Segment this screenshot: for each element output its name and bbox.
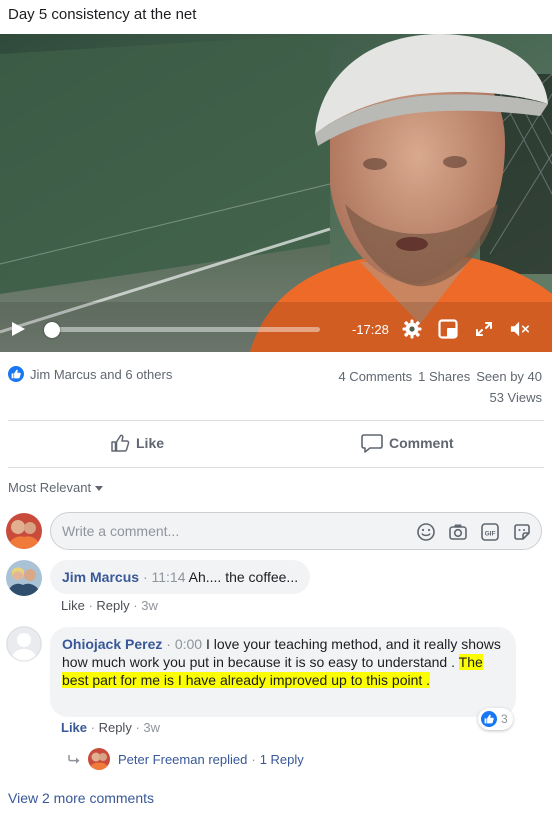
comment-composer[interactable]: GIF [50,512,542,550]
comment-video-timestamp[interactable]: 0:00 [175,636,202,652]
shares-count[interactable]: 1 Shares [418,369,470,384]
comment-video-timestamp[interactable]: 11:14 [152,569,186,585]
comment-bubble-icon [361,434,383,453]
play-icon[interactable] [10,321,26,337]
video-controls: -17:28 [0,302,552,352]
reply-count[interactable]: 1 Reply [260,752,304,767]
avatar [88,748,110,770]
comment-bubble: Jim Marcus · 11:14 Ah.... the coffee... [50,560,311,594]
video-player[interactable]: -17:28 [0,34,552,352]
avatar[interactable] [6,560,42,596]
like-button[interactable]: Like [110,426,164,460]
comment-like-link[interactable]: Like [61,598,85,613]
comment-sort-label: Most Relevant [8,480,92,495]
comment-actions: Like · Reply · 3w [61,720,161,735]
comment-age[interactable]: 3w [141,598,158,613]
comment-text: Ah.... the coffee... [188,569,299,585]
thumbs-up-icon [111,434,130,452]
gif-icon[interactable]: GIF [480,522,500,542]
video-time-remaining: -17:28 [352,322,389,337]
comment-button[interactable]: Comment [361,426,454,460]
comment-author[interactable]: Jim Marcus [62,569,139,585]
mute-icon[interactable] [510,319,530,339]
pip-icon[interactable] [438,319,458,339]
reaction-count-value: 3 [501,712,508,726]
reactions-summary[interactable]: Jim Marcus and 6 others [8,366,172,382]
comment-input[interactable] [62,523,362,539]
camera-icon[interactable] [448,522,468,542]
comment-reaction-count[interactable]: 3 [478,708,513,730]
comments-count[interactable]: 4 Comments [338,369,412,384]
like-reaction-icon [8,366,24,382]
post-stats: 4 Comments 1 Shares Seen by 40 53 Views [332,366,542,408]
comment-like-link[interactable]: Like [61,720,87,735]
replier-text[interactable]: Peter Freeman replied [118,752,247,767]
divider [8,420,544,421]
video-scrubber-handle[interactable] [44,322,60,338]
comment-button-label: Comment [389,435,454,451]
caret-down-icon [95,486,104,492]
current-user-avatar[interactable] [6,513,42,549]
svg-text:GIF: GIF [485,530,496,537]
comment-author[interactable]: Ohiojack Perez [62,636,162,652]
views-count: 53 Views [489,390,542,405]
like-button-label: Like [136,435,165,451]
avatar[interactable] [6,626,42,662]
reactions-text: Jim Marcus and 6 others [30,366,173,382]
comment-reply-link[interactable]: Reply [96,598,129,613]
fullscreen-icon[interactable] [474,319,494,339]
video-progress-bar[interactable] [44,322,320,338]
replies-link[interactable]: Peter Freeman replied · 1 Reply [68,748,304,770]
seen-by-count[interactable]: Seen by 40 [476,369,542,384]
emoji-icon[interactable] [416,522,436,542]
like-reaction-icon [481,711,497,727]
divider [8,467,544,468]
comment-reply-link[interactable]: Reply [99,720,132,735]
sticker-icon[interactable] [512,522,532,542]
comment-age[interactable]: 3w [143,720,160,735]
post-title: Day 5 consistency at the net [8,6,197,23]
reply-arrow-icon [68,755,80,764]
comment-actions: Like · Reply · 3w [61,598,158,613]
comment-bubble: Ohiojack Perez · 0:00 I love your teachi… [50,627,516,717]
comment-sort-dropdown[interactable]: Most Relevant [8,480,104,495]
gear-icon[interactable] [402,319,422,339]
view-more-comments-link[interactable]: View 2 more comments [8,790,154,806]
